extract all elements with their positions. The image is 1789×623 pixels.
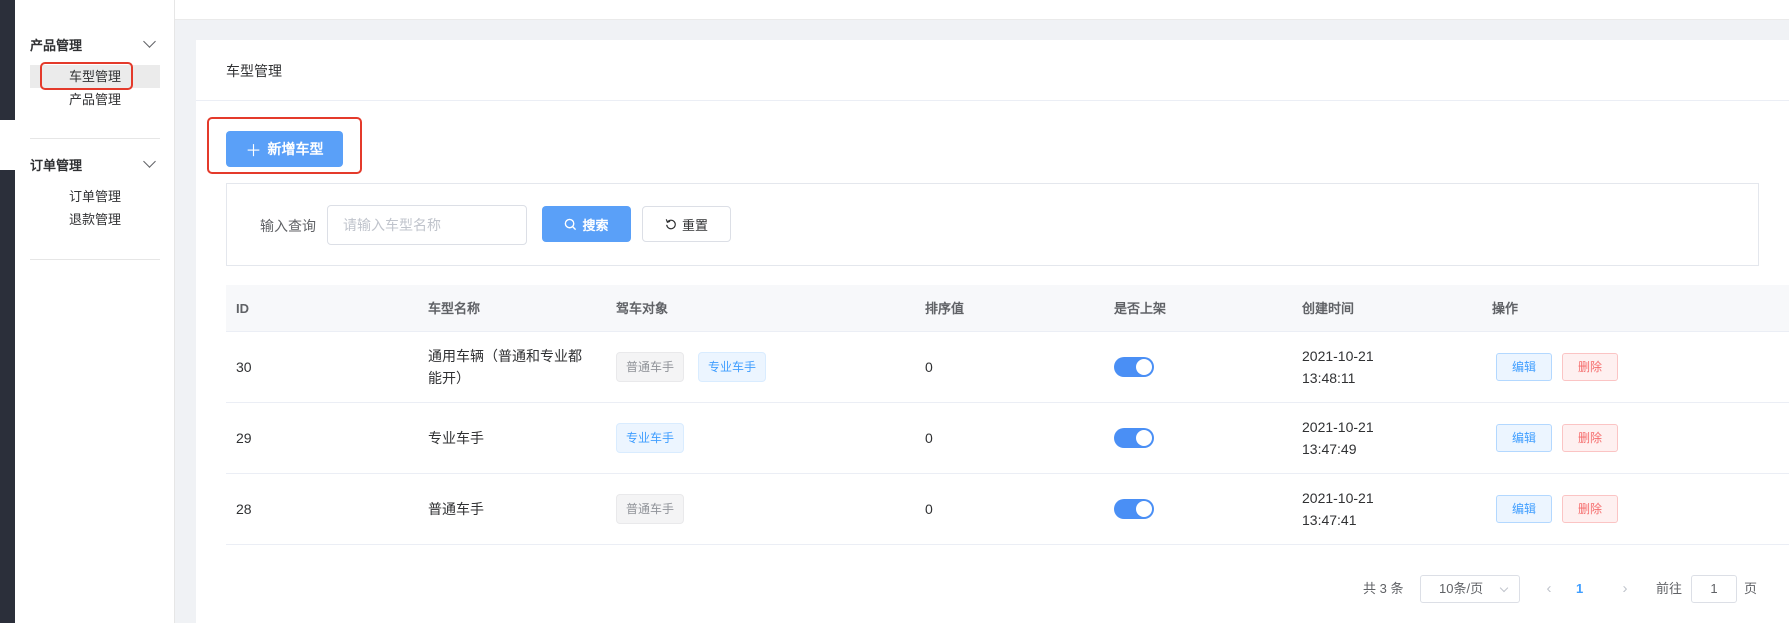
on-shelf-toggle[interactable] xyxy=(1114,499,1154,519)
cell-sort: 0 xyxy=(925,430,933,446)
edit-button[interactable]: 编辑 xyxy=(1496,495,1552,523)
pagination-total: 共 3 条 xyxy=(1363,581,1404,596)
cell-id: 29 xyxy=(236,430,252,446)
on-shelf-toggle[interactable] xyxy=(1114,428,1154,448)
cell-actions: 编辑 删除 xyxy=(1482,403,1789,473)
delete-button[interactable]: 删除 xyxy=(1562,495,1618,523)
sidebar: 产品管理 车型管理 产品管理 订单管理 订单管理 退款管理 xyxy=(15,0,175,623)
sidebar-item-orders[interactable]: 订单管理 xyxy=(30,185,160,208)
created-time: 13:47:49 xyxy=(1302,441,1357,457)
toggle-knob xyxy=(1136,501,1152,517)
menu-group-orders: 订单管理 订单管理 退款管理 xyxy=(30,150,160,231)
menu-divider xyxy=(30,138,160,139)
highlight-box-car-models xyxy=(40,62,133,90)
cell-driver: 普通车手 xyxy=(606,474,915,544)
column-header-on-shelf: 是否上架 xyxy=(1114,301,1167,316)
created-date: 2021-10-21 xyxy=(1302,419,1374,435)
reset-button-label: 重置 xyxy=(681,217,708,233)
menu-group-title-orders[interactable]: 订单管理 xyxy=(30,150,160,178)
column-header-id: ID xyxy=(236,301,249,316)
search-input[interactable]: 请输入车型名称 xyxy=(327,205,527,245)
cell-id: 30 xyxy=(236,359,252,375)
search-panel: 输入查询 请输入车型名称 搜索 重置 xyxy=(226,183,1759,266)
chevron-down-icon xyxy=(1499,583,1509,593)
cell-name-text: 通用车辆（普通和专业都能开） xyxy=(428,348,582,386)
page-title: 车型管理 xyxy=(196,40,1789,101)
cell-id: 28 xyxy=(236,501,252,517)
cell-created: 2021-10-21 13:48:11 xyxy=(1292,332,1482,402)
cell-sort: 0 xyxy=(925,359,933,375)
delete-button[interactable]: 删除 xyxy=(1562,353,1618,381)
cell-actions: 编辑 删除 xyxy=(1482,474,1789,544)
cell-driver: 普通车手 专业车手 xyxy=(606,332,915,402)
cell-on-shelf xyxy=(1104,403,1292,473)
cell-name: 专业车手 xyxy=(428,430,484,446)
group-title-label: 产品管理 xyxy=(30,37,83,53)
search-label: 输入查询 xyxy=(260,218,316,234)
cell-created: 2021-10-21 13:47:41 xyxy=(1292,474,1482,544)
table-row: 28 普通车手 普通车手 0 2021-10-21 13:47:41 编辑 删除 xyxy=(226,474,1789,545)
cell-driver: 专业车手 xyxy=(606,403,915,473)
column-header-driver: 驾车对象 xyxy=(616,301,669,316)
table-header: ID 车型名称 驾车对象 排序值 是否上架 创建时间 操作 xyxy=(226,285,1789,332)
edge-notch xyxy=(0,120,15,170)
cell-on-shelf xyxy=(1104,474,1292,544)
column-header-sort: 排序值 xyxy=(925,301,965,316)
created-time: 13:47:41 xyxy=(1302,512,1357,528)
next-page-button[interactable]: › xyxy=(1615,575,1635,603)
created-time: 13:48:11 xyxy=(1302,370,1356,386)
pagination: 共 3 条 10条/页 ‹ 1 › 前往 1 页 xyxy=(196,575,1789,603)
menu-divider xyxy=(30,259,160,260)
reset-button[interactable]: 重置 xyxy=(642,206,731,242)
toggle-knob xyxy=(1136,430,1152,446)
page-size-select[interactable]: 10条/页 xyxy=(1420,575,1520,603)
created-date: 2021-10-21 xyxy=(1302,348,1374,364)
refresh-icon xyxy=(665,219,676,230)
on-shelf-toggle[interactable] xyxy=(1114,357,1154,377)
page-number-current[interactable]: 1 xyxy=(1576,575,1583,603)
cell-name: 普通车手 xyxy=(428,501,484,517)
column-header-actions: 操作 xyxy=(1492,301,1519,316)
column-header-name: 车型名称 xyxy=(428,301,481,316)
page-suffix: 页 xyxy=(1744,581,1758,596)
cell-actions: 编辑 删除 xyxy=(1482,332,1789,402)
delete-button[interactable]: 删除 xyxy=(1562,424,1618,452)
driver-tag: 专业车手 xyxy=(698,352,767,382)
chevron-down-icon xyxy=(143,35,156,48)
table-row: 29 专业车手 专业车手 0 2021-10-21 13:47:49 编辑 删除 xyxy=(226,403,1789,474)
search-button[interactable]: 搜索 xyxy=(542,206,631,242)
created-date: 2021-10-21 xyxy=(1302,490,1374,506)
toggle-knob xyxy=(1136,359,1152,375)
driver-tag: 普通车手 xyxy=(616,494,685,524)
cell-name: 通用车辆（普通和专业都能开） xyxy=(418,332,606,402)
left-edge-strip xyxy=(0,0,15,623)
search-icon xyxy=(565,218,577,230)
cell-created: 2021-10-21 13:47:49 xyxy=(1292,403,1482,473)
goto-page-input[interactable]: 1 xyxy=(1691,575,1737,603)
cell-sort: 0 xyxy=(925,501,933,517)
goto-label: 前往 xyxy=(1656,581,1683,596)
top-bar xyxy=(175,0,1789,20)
column-header-created: 创建时间 xyxy=(1302,301,1355,316)
menu-group-title-product[interactable]: 产品管理 xyxy=(30,30,160,58)
edit-button[interactable]: 编辑 xyxy=(1496,424,1552,452)
car-model-table: ID 车型名称 驾车对象 排序值 是否上架 创建时间 操作 30 通用车辆（普通… xyxy=(226,285,1789,545)
chevron-down-icon xyxy=(143,155,156,168)
sidebar-item-products[interactable]: 产品管理 xyxy=(30,88,160,111)
group-title-label: 订单管理 xyxy=(30,157,83,173)
driver-tag: 普通车手 xyxy=(616,352,685,382)
highlight-box-add-button xyxy=(207,117,362,174)
search-button-label: 搜索 xyxy=(582,217,609,233)
prev-page-button[interactable]: ‹ xyxy=(1539,575,1559,603)
driver-tag: 专业车手 xyxy=(616,423,685,453)
content-card: 车型管理 ＋ 新增车型 输入查询 请输入车型名称 搜索 重置 ID 车型名称 驾… xyxy=(196,40,1789,623)
page-size-value: 10条/页 xyxy=(1439,581,1484,596)
edit-button[interactable]: 编辑 xyxy=(1496,353,1552,381)
table-row: 30 通用车辆（普通和专业都能开） 普通车手 专业车手 0 2021-10-21… xyxy=(226,332,1789,403)
cell-on-shelf xyxy=(1104,332,1292,402)
sidebar-item-refunds[interactable]: 退款管理 xyxy=(30,208,160,231)
